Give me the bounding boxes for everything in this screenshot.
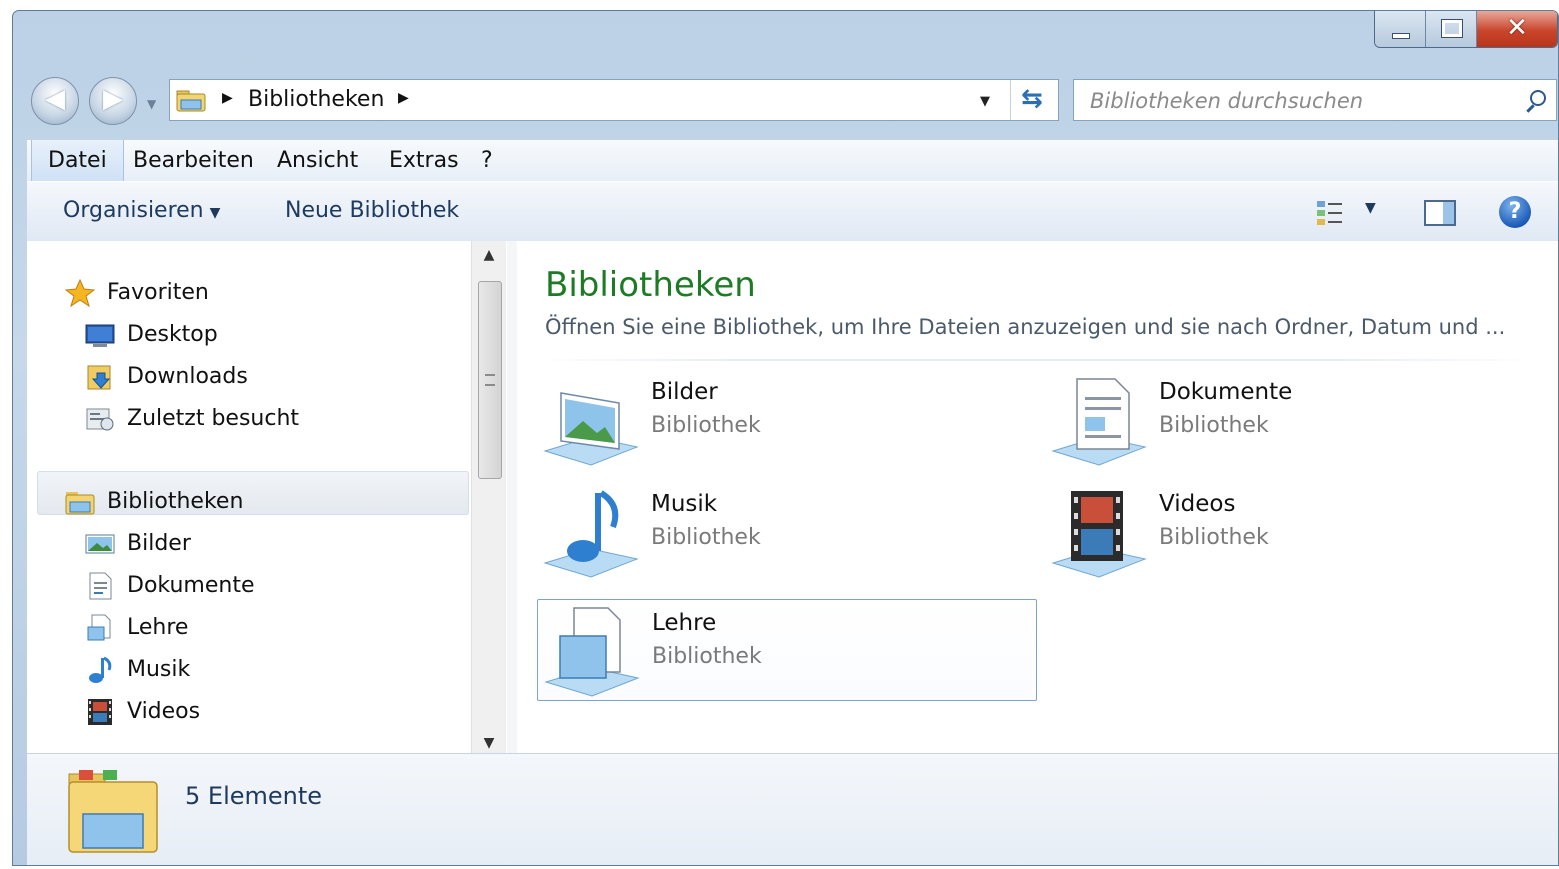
scroll-grip-icon (485, 374, 495, 386)
menu-ansicht[interactable]: Ansicht (261, 140, 374, 182)
item-count: 5 Elemente (185, 782, 323, 810)
new-library-button[interactable]: Neue Bibliothek (285, 198, 459, 223)
sidebar-item-label: Musik (127, 657, 191, 682)
change-view-icon[interactable] (1315, 198, 1345, 228)
libraries-icon (65, 492, 95, 515)
sidebar-favorites-label: Favoriten (107, 280, 209, 305)
library-tile-bilder[interactable]: Bilder Bibliothek (537, 369, 1037, 471)
scroll-thumb[interactable] (478, 281, 502, 479)
videos-icon (88, 699, 112, 725)
documents-icon (89, 572, 112, 600)
recent-places-icon (86, 408, 114, 431)
refresh-icon: ⇆ (1021, 84, 1043, 114)
sidebar-item-label: Downloads (127, 364, 248, 389)
details-pane: 5 Elemente (27, 753, 1558, 865)
library-name: Musik (651, 491, 718, 517)
library-icon (87, 614, 111, 641)
breadcrumb-libraries[interactable]: Bibliotheken (248, 87, 384, 112)
library-tile-lehre[interactable]: Lehre Bibliothek (537, 599, 1037, 701)
library-tile-musik[interactable]: Musik Bibliothek (537, 481, 1037, 583)
pictures-library-icon (543, 392, 639, 466)
menu-bar: Datei Bearbeiten Ansicht Extras ? (27, 139, 1558, 182)
sidebar-item-label: Desktop (127, 322, 218, 347)
breadcrumb-arrow-icon[interactable]: ▶ (398, 90, 409, 106)
downloads-folder-icon (87, 365, 111, 390)
search-box[interactable]: Bibliotheken durchsuchen (1073, 79, 1557, 121)
sidebar-item-label: Videos (127, 699, 201, 724)
content-pane: Bibliotheken Öffnen Sie eine Bibliothek,… (517, 241, 1558, 753)
menu-datei[interactable]: Datei (31, 140, 124, 182)
desktop-icon (85, 324, 115, 347)
sidebar-libraries-label: Bibliotheken (107, 489, 244, 514)
minimize-button[interactable] (1375, 11, 1426, 47)
sidebar-item-label: Lehre (127, 615, 189, 640)
music-icon (89, 656, 112, 683)
address-dropdown-icon[interactable]: ▼ (980, 94, 990, 109)
library-tile-videos[interactable]: Videos Bibliothek (1045, 481, 1545, 583)
library-name: Videos (1159, 491, 1236, 517)
organize-button[interactable]: Organisieren ▼ (63, 198, 220, 223)
library-name: Bilder (651, 379, 718, 405)
sidebar-item-label: Zuletzt besucht (127, 406, 300, 431)
generic-library-icon (544, 607, 640, 697)
library-name: Dokumente (1159, 379, 1293, 405)
menu-bearbeiten[interactable]: Bearbeiten (117, 140, 270, 182)
organize-label: Organisieren (63, 198, 204, 223)
preview-pane-icon[interactable] (1423, 198, 1457, 228)
scroll-down-icon[interactable]: ▼ (472, 735, 506, 751)
forward-button[interactable]: ▶ (89, 77, 137, 125)
chevron-down-icon: ▼ (209, 205, 221, 221)
menu-extras[interactable]: Extras (373, 140, 475, 182)
breadcrumb-arrow-icon[interactable]: ▶ (222, 90, 233, 106)
menu-help[interactable]: ? (465, 140, 509, 182)
videos-library-icon (1051, 491, 1147, 578)
caption-buttons: ✕ (1374, 11, 1558, 48)
search-icon[interactable] (1530, 90, 1546, 106)
library-name: Lehre (652, 610, 717, 636)
library-tile-dokumente[interactable]: Dokumente Bibliothek (1045, 369, 1545, 471)
navigation-pane: Favoriten Desktop Downloads Zuletzt besu… (27, 241, 507, 753)
view-options-dropdown-icon[interactable]: ▼ (1365, 200, 1376, 216)
pane-splitter[interactable] (507, 241, 517, 753)
back-arrow-icon: ◀ (45, 84, 65, 114)
help-icon[interactable]: ? (1499, 196, 1531, 228)
libraries-icon (176, 90, 206, 112)
library-type: Bibliothek (652, 644, 762, 669)
refresh-button[interactable]: ⇆ (1010, 80, 1059, 120)
close-button[interactable]: ✕ (1477, 11, 1557, 47)
command-bar: Organisieren ▼ Neue Bibliothek ▼ ? (27, 181, 1558, 243)
address-bar[interactable]: ▶ Bibliotheken ▶ ▼ ⇆ (169, 79, 1059, 121)
explorer-window: ✕ ◀ ▶ ▼ ▶ Bibliotheken ▶ ▼ ⇆ Bibliotheke… (12, 10, 1559, 866)
sidebar-item-label: Dokumente (127, 573, 255, 598)
pictures-icon (85, 534, 115, 554)
scroll-up-icon[interactable]: ▲ (472, 247, 506, 263)
divider (531, 359, 1541, 361)
library-type: Bibliothek (651, 525, 761, 550)
maximize-button[interactable] (1426, 11, 1477, 47)
library-type: Bibliothek (1159, 525, 1269, 550)
recent-pages-dropdown[interactable]: ▼ (147, 97, 156, 111)
back-button[interactable]: ◀ (31, 77, 79, 125)
page-title: Bibliotheken (545, 265, 756, 305)
sidebar-selection-highlight (37, 471, 469, 515)
library-type: Bibliothek (651, 413, 761, 438)
page-subtitle: Öffnen Sie eine Bibliothek, um Ihre Date… (545, 315, 1506, 339)
documents-library-icon (1051, 378, 1147, 466)
search-input[interactable]: Bibliotheken durchsuchen (1090, 89, 1363, 113)
forward-arrow-icon: ▶ (103, 84, 123, 114)
sidebar-item-label: Bilder (127, 531, 191, 556)
library-type: Bibliothek (1159, 413, 1269, 438)
nav-scrollbar[interactable]: ▲ ▼ (471, 241, 506, 753)
close-icon: ✕ (1506, 13, 1528, 43)
music-library-icon (543, 490, 639, 578)
star-icon (65, 279, 95, 307)
libraries-folder-icon (68, 770, 158, 853)
